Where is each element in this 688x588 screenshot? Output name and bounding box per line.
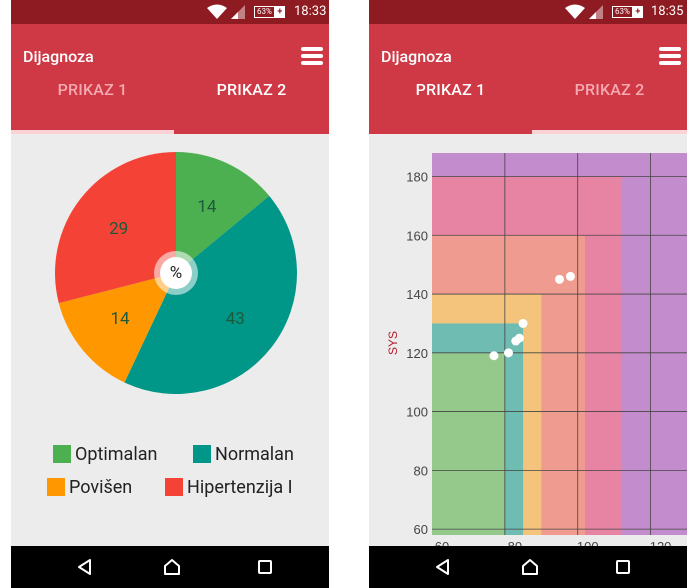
legend-swatch: [193, 445, 211, 463]
battery-icon: 63% +: [612, 6, 643, 18]
legend-label: Povišen: [69, 476, 133, 498]
battery-level: 63%: [254, 6, 275, 18]
app-bar: Dijagnoza: [369, 24, 687, 134]
phone-screen-right: 63% + 18:35 Dijagnoza PRIKAZ 1 PRIKAZ 2 …: [369, 0, 687, 588]
menu-icon[interactable]: [301, 47, 323, 65]
data-point-0[interactable]: [489, 351, 499, 361]
recent-apps-icon[interactable]: [256, 558, 274, 576]
legend-swatch: [165, 478, 183, 496]
data-point-5[interactable]: [555, 274, 564, 284]
clock: 18:35: [651, 4, 684, 19]
legend-label: Optimalan: [75, 443, 158, 465]
legend-item-hipertenzija: Hipertenzija I: [165, 476, 293, 498]
signal-icon: [231, 5, 245, 19]
wifi-icon: [207, 4, 227, 19]
charging-icon: +: [632, 6, 643, 18]
app-title: Dijagnoza: [381, 47, 452, 66]
app-bar: Dijagnoza: [11, 24, 329, 134]
pie-slice-label: 43: [225, 308, 245, 329]
status-bar: 63% + 18:33: [11, 0, 329, 24]
status-bar: 63% + 18:35: [369, 0, 687, 24]
tab-prikaz-2[interactable]: PRIKAZ 2: [532, 80, 687, 104]
pie-chart: 14 43 14 29 %: [51, 148, 301, 398]
phone-screen-left: 63% + 18:33 Dijagnoza PRIKAZ 1 PRIKAZ 2 …: [11, 0, 329, 588]
y-tick-label: 60: [414, 522, 428, 537]
clock: 18:33: [294, 4, 327, 19]
tab-prikaz-2[interactable]: PRIKAZ 2: [174, 80, 329, 104]
menu-icon[interactable]: [659, 47, 681, 65]
data-point-6[interactable]: [565, 271, 575, 281]
bp-zone-5: [432, 352, 505, 535]
legend-label: Hipertenzija I: [187, 476, 293, 498]
pie-slice-label: 29: [109, 218, 129, 239]
legend-item-povisen: Povišen: [47, 476, 132, 498]
legend-item-normalan: Normalan: [193, 443, 294, 465]
bp-scatter-chart-svg: 60801001206080100120140160180DIASYS: [386, 153, 687, 558]
legend-label: Normalan: [215, 443, 294, 465]
y-tick-label: 120: [406, 346, 428, 361]
back-icon[interactable]: [434, 558, 452, 576]
recent-apps-icon[interactable]: [614, 558, 632, 576]
y-tick-label: 80: [414, 463, 428, 478]
tab-indicator: [532, 130, 687, 134]
percent-toggle-button[interactable]: %: [154, 251, 198, 295]
legend-swatch: [53, 445, 71, 463]
signal-icon: [589, 5, 603, 19]
navigation-bar: [11, 546, 329, 588]
bp-scatter-chart: 60801001206080100120140160180DIASYS: [369, 140, 687, 558]
y-tick-label: 180: [406, 170, 428, 185]
legend-item-optimalan: Optimalan: [53, 443, 157, 465]
y-axis-label: SYS: [386, 331, 400, 355]
data-point-4[interactable]: [518, 318, 528, 328]
y-tick-label: 160: [406, 228, 428, 243]
tab-indicator: [11, 130, 174, 134]
tab-prikaz-1[interactable]: PRIKAZ 1: [11, 80, 174, 104]
tab-prikaz-1[interactable]: PRIKAZ 1: [369, 80, 532, 104]
percent-symbol: %: [160, 257, 192, 289]
app-title: Dijagnoza: [23, 47, 94, 66]
pie-slice-label: 14: [110, 309, 130, 330]
home-icon[interactable]: [521, 558, 539, 576]
y-tick-label: 100: [406, 405, 428, 420]
charging-icon: +: [274, 6, 285, 18]
wifi-icon: [565, 4, 585, 19]
home-icon[interactable]: [163, 558, 181, 576]
battery-level: 63%: [612, 6, 633, 18]
back-icon[interactable]: [76, 558, 94, 576]
y-tick-label: 140: [406, 287, 428, 302]
navigation-bar: [369, 546, 687, 588]
battery-icon: 63% +: [254, 6, 285, 18]
pie-slice-label: 14: [197, 197, 217, 218]
legend-swatch: [47, 478, 65, 496]
data-point-3[interactable]: [514, 333, 524, 343]
data-point-1[interactable]: [504, 348, 513, 358]
